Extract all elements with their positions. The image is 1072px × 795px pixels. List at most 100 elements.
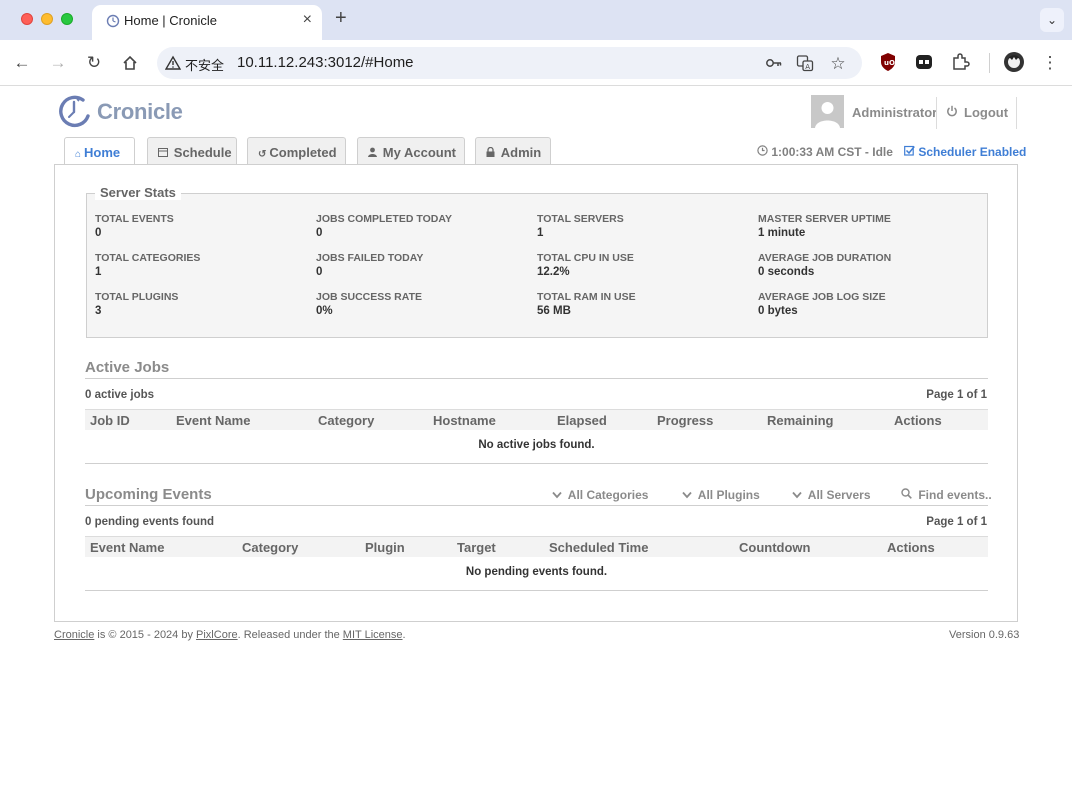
event-search-input[interactable]: Find events.. xyxy=(901,488,992,502)
upcoming-events-title: Upcoming Events xyxy=(85,486,212,503)
ublock-icon[interactable]: uO xyxy=(878,52,898,72)
clock-text: 1:00:33 AM CST - Idle xyxy=(771,145,893,159)
upcoming-events-table-header: Event Name Category Plugin Target Schedu… xyxy=(85,536,988,557)
stat-value: 1 xyxy=(537,227,544,239)
tab-completed[interactable]: ↺ Completed xyxy=(247,137,346,165)
power-icon xyxy=(946,105,958,120)
profile-avatar-icon[interactable] xyxy=(1003,51,1025,73)
section-divider xyxy=(85,505,988,506)
table-bottom-line xyxy=(85,463,988,464)
stat-job-success-rate: JOB SUCCESS RATE 0% xyxy=(316,291,526,317)
tab-title: Home | Cronicle xyxy=(124,13,217,28)
stat-jobs-failed-today: JOBS FAILED TODAY 0 xyxy=(316,252,526,278)
footer-text: . xyxy=(402,629,406,641)
cronicle-favicon-icon xyxy=(106,14,120,28)
browser-menu-icon[interactable]: ⋮ xyxy=(1038,51,1062,75)
search-placeholder: Find events.. xyxy=(918,488,992,502)
stat-total-categories: TOTAL CATEGORIES 1 xyxy=(95,252,305,278)
column-actions: Actions xyxy=(887,540,935,555)
cronicle-logo[interactable]: Cronicle xyxy=(57,95,183,134)
new-tab-button[interactable]: + xyxy=(335,7,347,30)
column-category: Category xyxy=(318,413,375,428)
stat-total-plugins: TOTAL PLUGINS 3 xyxy=(95,291,305,317)
url-text[interactable]: 10.11.12.243:3012/#Home xyxy=(237,54,414,71)
column-target: Target xyxy=(457,540,496,555)
toolbar-divider xyxy=(989,53,990,73)
stat-label: TOTAL EVENTS xyxy=(95,213,174,225)
stat-value: 12.2% xyxy=(537,266,570,278)
column-remaining: Remaining xyxy=(767,413,834,428)
mit-license-link[interactable]: MIT License xyxy=(343,629,403,641)
clock-icon xyxy=(757,145,771,159)
stat-label: JOBS FAILED TODAY xyxy=(316,252,424,264)
footer-version: Version 0.9.63 xyxy=(949,629,1020,641)
extensions-puzzle-icon[interactable] xyxy=(950,52,970,72)
home-tab-content: Server Stats TOTAL EVENTS 0 JOBS COMPLET… xyxy=(54,164,1018,622)
key-icon[interactable] xyxy=(764,54,784,74)
category-filter[interactable]: All Categories xyxy=(552,488,648,502)
stat-total-ram: TOTAL RAM IN USE 56 MB xyxy=(537,291,747,317)
back-arrow-icon[interactable]: ← xyxy=(10,51,34,75)
browser-tab[interactable]: Home | Cronicle × xyxy=(92,5,322,40)
section-divider xyxy=(85,378,988,379)
column-hostname: Hostname xyxy=(433,413,496,428)
tab-search-chevron-icon[interactable]: ⌄ xyxy=(1040,8,1064,32)
history-icon: ↺ xyxy=(258,149,267,160)
address-bar[interactable]: 不安全 10.11.12.243:3012/#Home A ☆ xyxy=(157,47,862,79)
active-jobs-empty: No active jobs found. xyxy=(478,439,595,451)
stat-value: 3 xyxy=(95,305,102,317)
bookmark-star-icon[interactable]: ☆ xyxy=(828,54,848,74)
user-name[interactable]: Administrator xyxy=(852,105,937,120)
reload-icon[interactable]: ↻ xyxy=(82,51,106,75)
stat-jobs-completed-today: JOBS COMPLETED TODAY 0 xyxy=(316,213,526,239)
active-jobs-title: Active Jobs xyxy=(85,359,170,376)
chevron-down-icon xyxy=(792,491,805,502)
tab-label: Schedule xyxy=(173,145,232,160)
plugin-filter[interactable]: All Plugins xyxy=(682,488,760,502)
stat-value: 0 xyxy=(95,227,102,239)
stat-average-job-log-size: AVERAGE JOB LOG SIZE 0 bytes xyxy=(758,291,968,317)
stat-label: TOTAL SERVERS xyxy=(537,213,624,225)
logout-button[interactable]: Logout xyxy=(946,105,1008,120)
tab-label: Admin xyxy=(500,145,542,160)
stat-label: TOTAL CPU IN USE xyxy=(537,252,634,264)
maximize-window-button[interactable] xyxy=(61,13,73,25)
extension-icon[interactable] xyxy=(914,52,934,72)
tab-close-icon[interactable]: × xyxy=(303,11,312,29)
server-filter-label: All Servers xyxy=(807,488,871,502)
column-progress: Progress xyxy=(657,413,714,428)
minimize-window-button[interactable] xyxy=(41,13,53,25)
scheduler-toggle[interactable]: Scheduler Enabled xyxy=(904,145,1026,159)
calendar-icon xyxy=(158,148,171,160)
stat-label: AVERAGE JOB LOG SIZE xyxy=(758,291,886,303)
search-icon xyxy=(901,488,915,502)
server-stats-title: Server Stats xyxy=(95,185,181,200)
tab-admin[interactable]: Admin xyxy=(475,137,551,165)
lock-icon xyxy=(486,146,498,160)
security-status-label[interactable]: 不安全 xyxy=(185,55,224,74)
user-avatar[interactable] xyxy=(811,95,844,128)
warning-icon[interactable] xyxy=(165,55,181,71)
column-scheduled-time: Scheduled Time xyxy=(549,540,649,555)
home-page-icon[interactable] xyxy=(118,51,142,75)
active-jobs-pagination: Page 1 of 1 xyxy=(926,389,987,401)
stat-total-cpu: TOTAL CPU IN USE 12.2% xyxy=(537,252,747,278)
close-window-button[interactable] xyxy=(21,13,33,25)
column-countdown: Countdown xyxy=(739,540,811,555)
translate-icon[interactable]: A xyxy=(795,54,815,74)
tab-schedule[interactable]: Schedule xyxy=(147,137,237,165)
header-user-area: Administrator Logout xyxy=(811,95,1019,129)
pixlcore-link[interactable]: PixlCore xyxy=(196,629,238,641)
pending-events-count: 0 pending events found xyxy=(85,516,215,528)
cronicle-link[interactable]: Cronicle xyxy=(54,629,94,641)
main-tabs: ⌂ Home Schedule ↺ Completed My Account Adm… xyxy=(0,137,1072,166)
tab-home[interactable]: ⌂ Home xyxy=(64,137,135,166)
active-jobs-count: 0 active jobs xyxy=(85,389,155,401)
tab-my-account[interactable]: My Account xyxy=(357,137,465,165)
forward-arrow-icon[interactable]: → xyxy=(46,51,70,75)
column-job-id: Job ID xyxy=(90,413,130,428)
browser-titlebar: Home | Cronicle × + ⌄ xyxy=(0,0,1072,40)
footer-text: . Released under the xyxy=(237,629,343,641)
stat-label: MASTER SERVER UPTIME xyxy=(758,213,891,225)
server-filter[interactable]: All Servers xyxy=(792,488,871,502)
